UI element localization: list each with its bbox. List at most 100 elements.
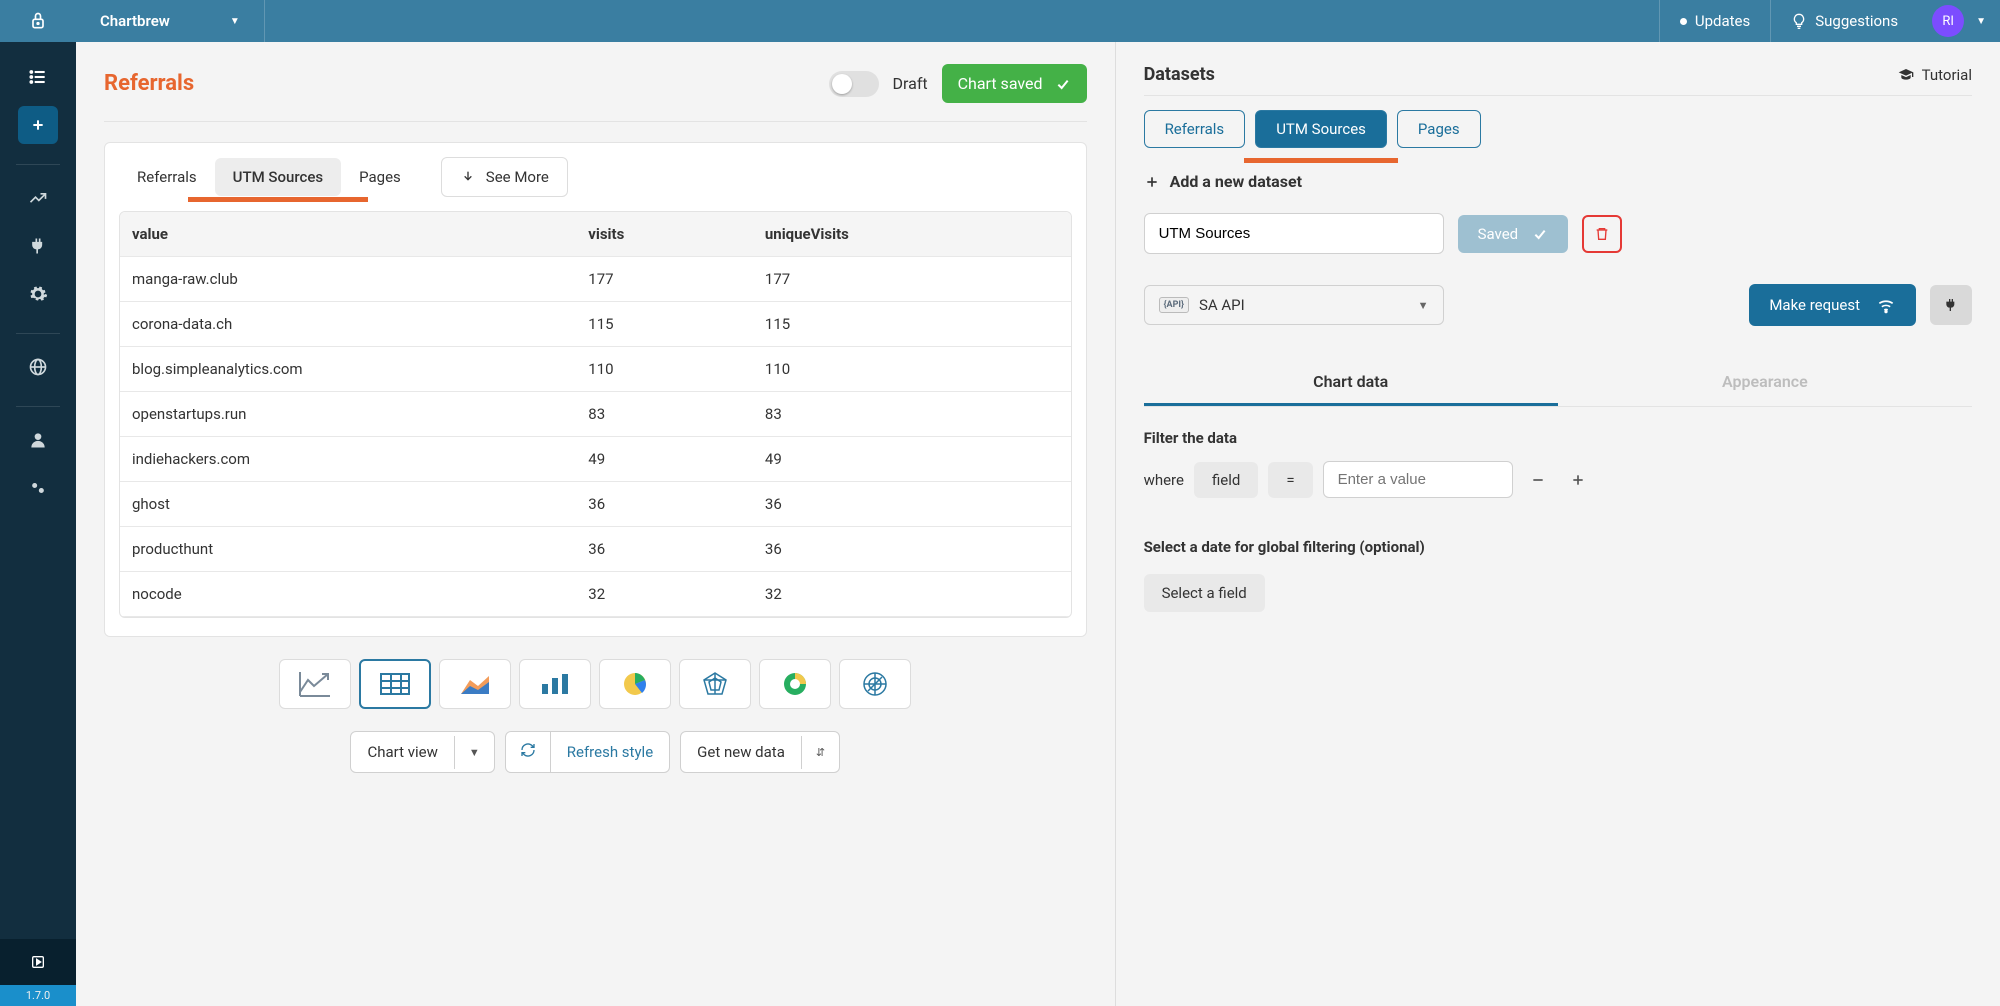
tab-chart-data[interactable]: Chart data [1144,360,1558,406]
viz-radar[interactable] [679,659,751,709]
table-row: manga-raw.club177177 [120,257,1071,302]
pie-chart-icon [618,670,652,698]
sidebar-item-public[interactable] [18,348,58,386]
chevron-updown-icon: ⇵ [801,736,839,769]
table-row: nocode3232 [120,572,1071,617]
col-visits: visits [576,212,753,257]
ds-tab-pages[interactable]: Pages [1397,110,1481,148]
filter-field-chip[interactable]: field [1194,462,1258,498]
sidebar-item-add[interactable] [18,106,58,144]
plus-icon [30,117,46,133]
gear-icon [28,284,48,304]
dataset-saved-button[interactable]: Saved [1458,215,1569,253]
project-selector[interactable]: Chartbrew ▼ [76,0,265,42]
ds-tab-referrals[interactable]: Referrals [1144,110,1246,148]
add-dataset-button[interactable]: Add a new dataset [1144,172,1972,191]
minus-icon [1530,472,1546,488]
suggestions-button[interactable]: Suggestions [1770,0,1918,42]
chevron-down-icon: ▼ [454,736,494,769]
viz-pie[interactable] [599,659,671,709]
chevron-down-icon: ▼ [1418,299,1429,312]
viz-line[interactable] [279,659,351,709]
list-icon [28,67,48,87]
viz-polar[interactable] [839,659,911,709]
sidebar-item-connections[interactable] [18,227,58,265]
donut-chart-icon [778,670,812,698]
dataset-name-input[interactable] [1144,213,1444,254]
chart-tab-utm-sources[interactable]: UTM Sources [215,158,341,196]
table-row: indiehackers.com4949 [120,437,1071,482]
connection-plug-button[interactable] [1930,285,1972,325]
viz-donut[interactable] [759,659,831,709]
version-label: 1.7.0 [0,985,76,1006]
table-row: blog.simpleanalytics.com110110 [120,347,1071,392]
delete-dataset-button[interactable] [1582,215,1622,253]
chart-tab-pages[interactable]: Pages [341,158,419,196]
graduation-cap-icon [1898,67,1914,83]
polar-chart-icon [858,670,892,698]
chart-saved-button[interactable]: Chart saved [942,64,1087,103]
api-badge-icon: {API} [1159,297,1189,313]
viz-bar[interactable] [519,659,591,709]
chart-line-icon [28,188,48,208]
tutorial-button[interactable]: Tutorial [1898,66,1972,84]
where-label: where [1144,471,1184,489]
draft-label: Draft [893,74,928,93]
sidebar-item-chart[interactable] [18,179,58,217]
datasets-title: Datasets [1144,64,1215,85]
table-row: corona-data.ch115115 [120,302,1071,347]
get-new-data-button[interactable]: Get new data ⇵ [680,731,840,773]
chart-view-dropdown[interactable]: Chart view ▼ [350,731,494,773]
table-icon [378,670,412,698]
wifi-icon [1876,295,1896,315]
table-row: producthunt3636 [120,527,1071,572]
viz-area[interactable] [439,659,511,709]
col-value: value [120,212,576,257]
add-filter-button[interactable] [1563,465,1593,495]
updates-button[interactable]: Updates [1659,0,1770,42]
sidebar-item-admin[interactable] [18,469,58,507]
plus-icon [1570,472,1586,488]
play-icon [30,954,46,970]
table-row: openstartups.run8383 [120,392,1071,437]
viz-table[interactable] [359,659,431,709]
refresh-icon [506,732,551,772]
remove-filter-button[interactable] [1523,465,1553,495]
area-chart-icon [458,670,492,698]
refresh-style-button[interactable]: Refresh style [505,731,670,773]
ds-tab-utm-sources[interactable]: UTM Sources [1255,110,1387,148]
draft-toggle[interactable] [829,71,879,97]
plug-icon [1943,297,1959,313]
radar-chart-icon [698,670,732,698]
date-filter-title: Select a date for global filtering (opti… [1144,538,1972,556]
plug-icon [28,236,48,256]
see-more-button[interactable]: See More [441,157,568,197]
chevron-down-icon: ▼ [230,16,240,27]
filter-value-input[interactable] [1323,461,1513,498]
sidebar-item-list[interactable] [18,58,58,96]
bar-chart-icon [538,670,572,698]
tab-appearance[interactable]: Appearance [1558,360,1972,406]
col-unique: uniqueVisits [753,212,1071,257]
api-connection-select[interactable]: {API} SA API ▼ [1144,285,1444,325]
trash-icon [1594,226,1610,242]
user-icon [28,430,48,450]
lightbulb-icon [1791,13,1807,29]
make-request-button[interactable]: Make request [1749,284,1916,326]
sidebar-play[interactable] [0,939,76,985]
page-title: Referrals [104,71,194,96]
user-avatar[interactable]: RI [1932,5,1964,37]
table-row: ghost3636 [120,482,1071,527]
plus-icon [1144,174,1160,190]
select-date-field-button[interactable]: Select a field [1144,574,1265,612]
sidebar-item-user[interactable] [18,421,58,459]
app-logo[interactable] [0,11,76,31]
check-icon [1055,76,1071,92]
gears-icon [28,478,48,498]
line-chart-icon [298,670,332,698]
data-table[interactable]: value visits uniqueVisits manga-raw.club… [119,211,1072,618]
user-menu-caret[interactable]: ▼ [1972,16,2000,27]
sidebar-item-settings[interactable] [18,275,58,313]
chart-tab-referrals[interactable]: Referrals [119,158,215,196]
filter-op-chip[interactable]: = [1268,462,1312,498]
